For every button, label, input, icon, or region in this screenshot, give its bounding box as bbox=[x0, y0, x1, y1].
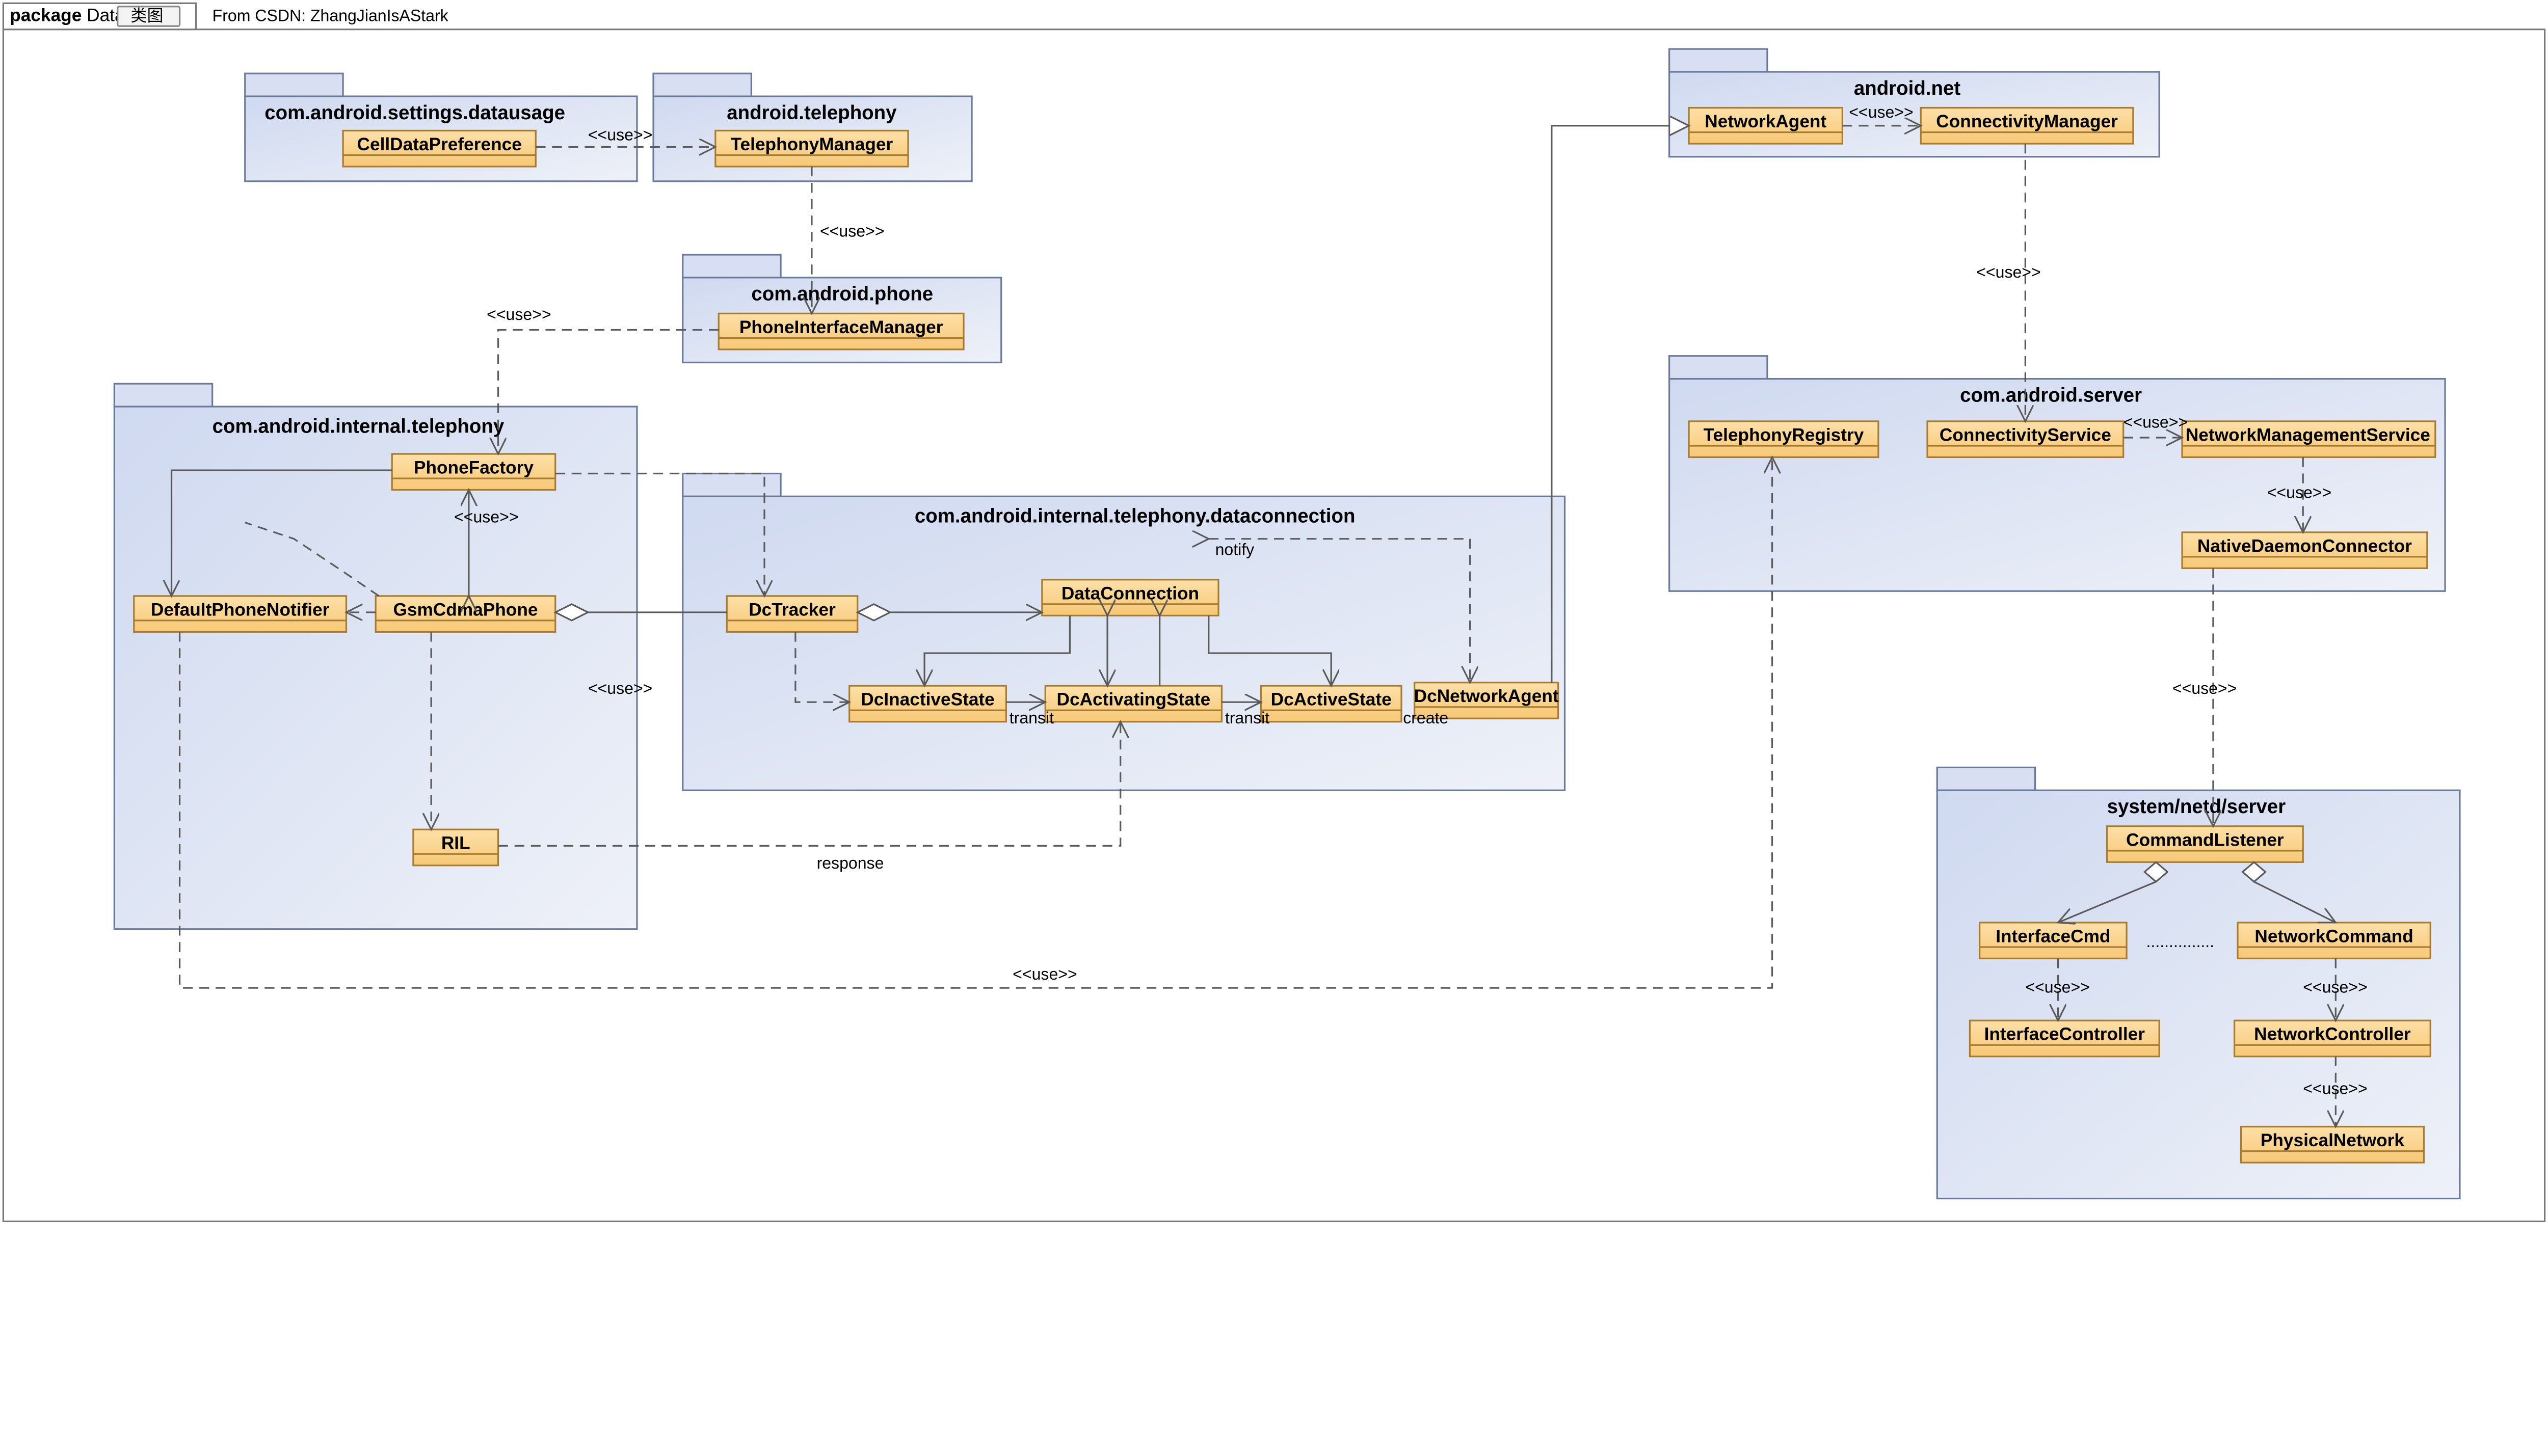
svg-text:transit: transit bbox=[1225, 709, 1269, 727]
package-telephony: android.telephony TelephonyManager bbox=[653, 73, 972, 181]
svg-text:<<use>>: <<use>> bbox=[2025, 978, 2090, 996]
package-label: package Data bbox=[10, 6, 125, 25]
svg-text:NetworkAgent: NetworkAgent bbox=[1705, 112, 1826, 131]
svg-text:com.android.internal.telephony: com.android.internal.telephony bbox=[213, 415, 505, 437]
package-dataconnection: com.android.internal.telephony.dataconne… bbox=[683, 473, 1565, 790]
svg-text:RIL: RIL bbox=[441, 833, 470, 853]
svg-text:ConnectivityService: ConnectivityService bbox=[1940, 425, 2111, 445]
class-connectivitymanager: ConnectivityManager bbox=[1921, 108, 2133, 144]
class-dcinactivestate: DcInactiveState bbox=[850, 686, 1006, 722]
svg-text:<<use>>: <<use>> bbox=[1849, 103, 1914, 121]
class-interfacecontroller: InterfaceController bbox=[1970, 1020, 2159, 1057]
svg-text:DefaultPhoneNotifier: DefaultPhoneNotifier bbox=[151, 600, 330, 619]
class-telephonyregistry: TelephonyRegistry bbox=[1689, 421, 1878, 457]
package-internal-telephony: com.android.internal.telephony PhoneFact… bbox=[114, 384, 637, 929]
svg-text:CommandListener: CommandListener bbox=[2126, 830, 2284, 850]
class-dctracker: DcTracker bbox=[727, 596, 857, 632]
class-phoneinterfacemanager: PhoneInterfaceManager bbox=[719, 313, 964, 349]
package-netd: system/netd/server CommandListener Inter… bbox=[1937, 767, 2460, 1198]
from-label: From CSDN: ZhangJianIsAStark bbox=[213, 7, 449, 25]
svg-text:<<use>>: <<use>> bbox=[820, 222, 885, 240]
svg-text:<<use>>: <<use>> bbox=[2303, 1079, 2368, 1097]
svg-text:response: response bbox=[817, 854, 884, 872]
tab-label: 类图 bbox=[130, 7, 163, 25]
class-dcactivestate: DcActiveState bbox=[1261, 686, 1401, 722]
class-interfacecmd: InterfaceCmd bbox=[1980, 923, 2127, 959]
svg-text:DcInactiveState: DcInactiveState bbox=[861, 690, 995, 710]
package-settings: com.android.settings.datausage CellDataP… bbox=[245, 73, 637, 181]
class-telephonymanager: TelephonyManager bbox=[715, 130, 908, 167]
svg-text:NetworkCommand: NetworkCommand bbox=[2254, 926, 2413, 946]
dots-label: ............... bbox=[2146, 932, 2215, 951]
svg-text:<<use>>: <<use>> bbox=[454, 508, 519, 526]
svg-text:NetworkManagementService: NetworkManagementService bbox=[2186, 425, 2430, 445]
svg-text:<<use>>: <<use>> bbox=[2172, 679, 2237, 697]
svg-text:CellDataPreference: CellDataPreference bbox=[357, 134, 522, 154]
svg-text:system/netd/server: system/netd/server bbox=[2107, 796, 2286, 818]
svg-text:<<use>>: <<use>> bbox=[588, 126, 653, 144]
svg-text:PhoneFactory: PhoneFactory bbox=[414, 457, 534, 477]
class-commandlistener: CommandListener bbox=[2107, 826, 2303, 862]
class-networkagent: NetworkAgent bbox=[1689, 108, 1842, 144]
svg-text:PhysicalNetwork: PhysicalNetwork bbox=[2261, 1130, 2405, 1150]
svg-text:InterfaceController: InterfaceController bbox=[1984, 1024, 2145, 1044]
package-server: com.android.server TelephonyRegistry Con… bbox=[1669, 356, 2445, 591]
svg-text:PhoneInterfaceManager: PhoneInterfaceManager bbox=[739, 317, 943, 337]
svg-text:TelephonyManager: TelephonyManager bbox=[731, 134, 893, 154]
class-dcactivatingstate: DcActivatingState bbox=[1045, 686, 1222, 722]
svg-text:ConnectivityManager: ConnectivityManager bbox=[1936, 112, 2118, 131]
class-celldatapreference: CellDataPreference bbox=[343, 130, 536, 167]
svg-text:DcActivatingState: DcActivatingState bbox=[1057, 690, 1211, 710]
svg-text:DcNetworkAgent: DcNetworkAgent bbox=[1414, 686, 1559, 706]
svg-text:<<use>>: <<use>> bbox=[1976, 263, 2041, 281]
svg-text:DcTracker: DcTracker bbox=[749, 600, 836, 619]
package-android-net: android.net NetworkAgent ConnectivityMan… bbox=[1669, 49, 2160, 157]
svg-text:create: create bbox=[1403, 709, 1448, 727]
svg-text:GsmCdmaPhone: GsmCdmaPhone bbox=[393, 600, 538, 619]
svg-text:TelephonyRegistry: TelephonyRegistry bbox=[1704, 425, 1864, 445]
svg-text:android.net: android.net bbox=[1854, 77, 1961, 99]
class-phonefactory: PhoneFactory bbox=[392, 454, 555, 490]
svg-text:<<use>>: <<use>> bbox=[2267, 483, 2332, 502]
class-defaultphonenotifier: DefaultPhoneNotifier bbox=[134, 596, 347, 632]
class-networkmanagementservice: NetworkManagementService bbox=[2182, 421, 2435, 457]
svg-text:com.android.server: com.android.server bbox=[1960, 384, 2142, 406]
class-dataconnection: DataConnection bbox=[1042, 580, 1218, 616]
svg-text:InterfaceCmd: InterfaceCmd bbox=[1996, 926, 2110, 946]
svg-text:<<use>>: <<use>> bbox=[487, 305, 551, 323]
svg-text:<<use>>: <<use>> bbox=[2124, 413, 2188, 432]
svg-text:com.android.phone: com.android.phone bbox=[751, 283, 933, 305]
class-nativedaemonconnector: NativeDaemonConnector bbox=[2182, 532, 2427, 569]
class-networkcommand: NetworkCommand bbox=[2238, 923, 2430, 959]
svg-text:NetworkController: NetworkController bbox=[2254, 1024, 2411, 1044]
svg-text:<<use>>: <<use>> bbox=[2303, 978, 2368, 996]
class-physicalnetwork: PhysicalNetwork bbox=[2241, 1127, 2424, 1163]
svg-text:com.android.internal.telephony: com.android.internal.telephony.dataconne… bbox=[915, 505, 1356, 527]
svg-text:NativeDaemonConnector: NativeDaemonConnector bbox=[2197, 536, 2412, 556]
svg-text:<<use>>: <<use>> bbox=[588, 679, 653, 697]
class-connectivityservice: ConnectivityService bbox=[1927, 421, 2124, 457]
class-ril: RIL bbox=[413, 829, 498, 866]
svg-text:android.telephony: android.telephony bbox=[727, 102, 897, 124]
svg-text:com.android.settings.datausage: com.android.settings.datausage bbox=[264, 102, 565, 124]
package-phone: com.android.phone PhoneInterfaceManager bbox=[683, 255, 1001, 363]
svg-text:DcActiveState: DcActiveState bbox=[1271, 690, 1392, 710]
svg-text:transit: transit bbox=[1010, 709, 1054, 727]
svg-text:<<use>>: <<use>> bbox=[1013, 965, 1077, 983]
svg-text:notify: notify bbox=[1215, 541, 1255, 559]
class-gsmcdmaphone: GsmCdmaPhone bbox=[376, 596, 555, 632]
class-networkcontroller: NetworkController bbox=[2235, 1020, 2431, 1057]
svg-text:DataConnection: DataConnection bbox=[1061, 583, 1199, 603]
